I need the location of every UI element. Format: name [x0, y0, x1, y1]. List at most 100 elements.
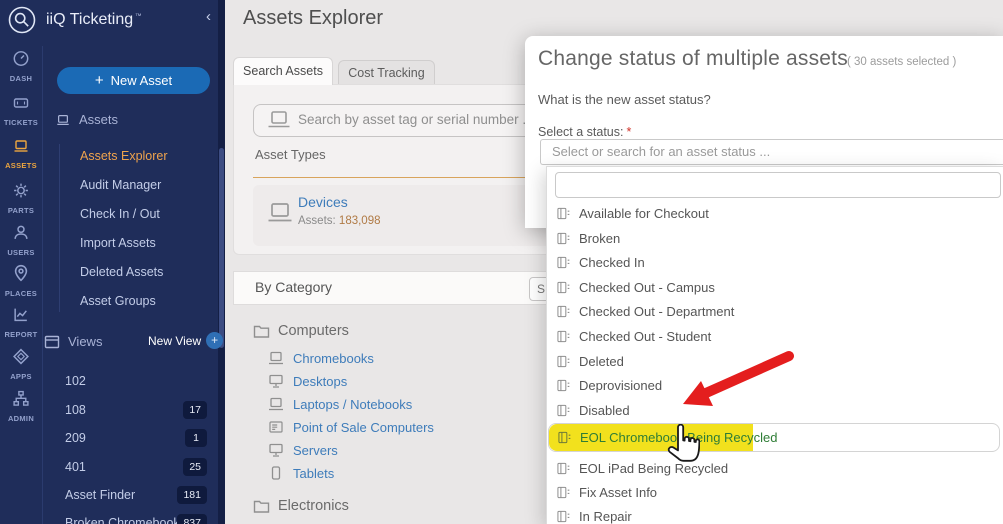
tab-search-assets[interactable]: Search Assets	[233, 57, 333, 85]
status-select-control[interactable]: Select or search for an asset status ...	[540, 139, 1003, 165]
folder-icon	[253, 499, 270, 514]
status-option-checked-out-student[interactable]: Checked Out - Student	[547, 324, 1003, 349]
asset-types-label: Asset Types	[255, 147, 326, 162]
status-option-checked-in[interactable]: Checked In	[547, 250, 1003, 275]
status-option-label: Disabled	[579, 403, 630, 418]
tree-item-chromebooks[interactable]: Chromebooks	[268, 350, 374, 366]
tree-item-label: Servers	[293, 443, 338, 458]
tab-cost-tracking[interactable]: Cost Tracking	[338, 60, 435, 85]
status-option-eol-chromebook-being-recycled[interactable]: EOL Chromebook Being Recycled	[548, 423, 1000, 452]
brand: iiQ Ticketing™	[7, 5, 142, 35]
brand-name: iiQ Ticketing™	[46, 11, 142, 29]
tree-folder-electronics[interactable]: Electronics	[253, 497, 349, 515]
tree-item-label: Laptops / Notebooks	[293, 397, 412, 412]
status-option-in-repair[interactable]: In Repair	[547, 504, 1003, 524]
view-badge: 17	[183, 401, 207, 419]
dashboard-gauge-icon	[12, 50, 30, 67]
tree-folder-label: Electronics	[278, 498, 349, 514]
tree-item-tablets[interactable]: Tablets	[268, 465, 334, 481]
status-tag-icon	[558, 431, 571, 444]
rail-item-dash[interactable]: DASH	[0, 50, 42, 83]
new-asset-label: New Asset	[111, 73, 172, 88]
new-asset-button[interactable]: + New Asset	[57, 67, 210, 94]
sidebar-item-check-in-out[interactable]: Check In / Out	[80, 204, 210, 224]
folder-icon	[253, 324, 270, 339]
devices-assets-label: Assets:	[298, 215, 336, 227]
status-tag-icon	[557, 462, 570, 475]
status-search-input[interactable]	[555, 172, 1001, 198]
status-option-checked-out-campus[interactable]: Checked Out - Campus	[547, 275, 1003, 300]
rail-item-assets[interactable]: ASSETS	[0, 138, 42, 170]
new-view-label: New View	[148, 334, 201, 348]
sidebar-scrollbar-thumb[interactable]	[219, 148, 224, 348]
status-option-broken[interactable]: Broken	[547, 226, 1003, 251]
status-option-available-for-checkout[interactable]: Available for Checkout	[547, 201, 1003, 226]
laptop-icon	[268, 397, 284, 411]
rail-divider	[42, 46, 43, 524]
status-tag-icon	[557, 207, 570, 220]
views-label: Views	[68, 334, 102, 349]
status-option-eol-ipad-being-recycled[interactable]: EOL iPad Being Recycled	[547, 456, 1003, 481]
rail-item-label: TICKETS	[0, 118, 42, 127]
rail-item-admin[interactable]: ADMIN	[0, 390, 42, 423]
report-chart-icon	[12, 306, 30, 323]
laptop-icon	[55, 113, 71, 127]
status-tag-icon	[557, 379, 570, 392]
status-option-fix-asset-info[interactable]: Fix Asset Info	[547, 480, 1003, 505]
devices-count: 183,098	[339, 215, 381, 227]
status-option-deprovisioned[interactable]: Deprovisioned	[547, 373, 1003, 398]
sidebar-item-asset-groups[interactable]: Asset Groups	[80, 291, 210, 311]
tree-item-servers[interactable]: Servers	[268, 442, 338, 458]
devices-count-row: Assets: 183,098	[298, 215, 381, 227]
status-dropdown-panel: Available for Checkout Broken Checked In…	[546, 166, 1003, 524]
status-tag-icon	[557, 256, 570, 269]
rail-item-apps[interactable]: APPS	[0, 348, 42, 381]
sidebar-item-deleted-assets[interactable]: Deleted Assets	[80, 262, 210, 282]
laptop-icon	[267, 201, 293, 225]
status-tag-icon	[557, 281, 570, 294]
rail-item-users[interactable]: USERS	[0, 224, 42, 257]
status-option-deleted[interactable]: Deleted	[547, 349, 1003, 374]
tree-item-pos-computers[interactable]: Point of Sale Computers	[268, 419, 434, 435]
sidebar-section-assets: Assets	[55, 112, 118, 127]
rail-item-report[interactable]: REPORT	[0, 306, 42, 339]
rail-item-places[interactable]: PLACES	[0, 264, 42, 298]
tree-folder-label: Computers	[278, 323, 349, 339]
user-icon	[12, 224, 30, 241]
laptop-icon	[267, 110, 291, 130]
views-icon	[44, 335, 60, 349]
assets-selected-note: ( 30 assets selected )	[847, 56, 956, 68]
page-title: Assets Explorer	[243, 7, 383, 30]
rail-item-tickets[interactable]: TICKETS	[0, 95, 42, 127]
rail-item-label: APPS	[0, 372, 42, 381]
rail-item-label: PLACES	[0, 289, 42, 298]
new-view-button[interactable]: New View +	[148, 332, 223, 349]
tree-item-laptops[interactable]: Laptops / Notebooks	[268, 396, 412, 412]
sidebar-item-audit-manager[interactable]: Audit Manager	[80, 175, 210, 195]
view-badge: 25	[183, 458, 207, 476]
sidebar-collapse-chevron[interactable]: ‹	[206, 8, 211, 25]
rail-item-label: PARTS	[0, 206, 42, 215]
map-pin-icon	[12, 264, 30, 282]
plus-icon: +	[206, 332, 223, 349]
rail-item-parts[interactable]: PARTS	[0, 182, 42, 215]
status-option-checked-out-department[interactable]: Checked Out - Department	[547, 299, 1003, 324]
tree-item-label: Point of Sale Computers	[293, 420, 434, 435]
sidebar-section-label: Assets	[79, 112, 118, 127]
status-option-label: Checked Out - Campus	[579, 280, 715, 295]
tree-folder-computers[interactable]: Computers	[253, 322, 349, 340]
sidebar-item-assets-explorer[interactable]: Assets Explorer	[80, 146, 210, 166]
monitor-icon	[268, 443, 284, 457]
menu-indent-line	[59, 144, 60, 312]
devices-link[interactable]: Devices	[298, 194, 348, 210]
tree-item-desktops[interactable]: Desktops	[268, 373, 347, 389]
status-tag-icon	[557, 330, 570, 343]
tree-item-label: Tablets	[293, 466, 334, 481]
status-option-label: Checked In	[579, 255, 645, 270]
status-option-disabled[interactable]: Disabled	[547, 398, 1003, 423]
status-option-label: Deprovisioned	[579, 378, 662, 393]
status-tag-icon	[557, 510, 570, 523]
apps-diamond-icon	[12, 348, 30, 365]
view-item-102[interactable]: 102	[65, 372, 215, 390]
sidebar-item-import-assets[interactable]: Import Assets	[80, 233, 210, 253]
